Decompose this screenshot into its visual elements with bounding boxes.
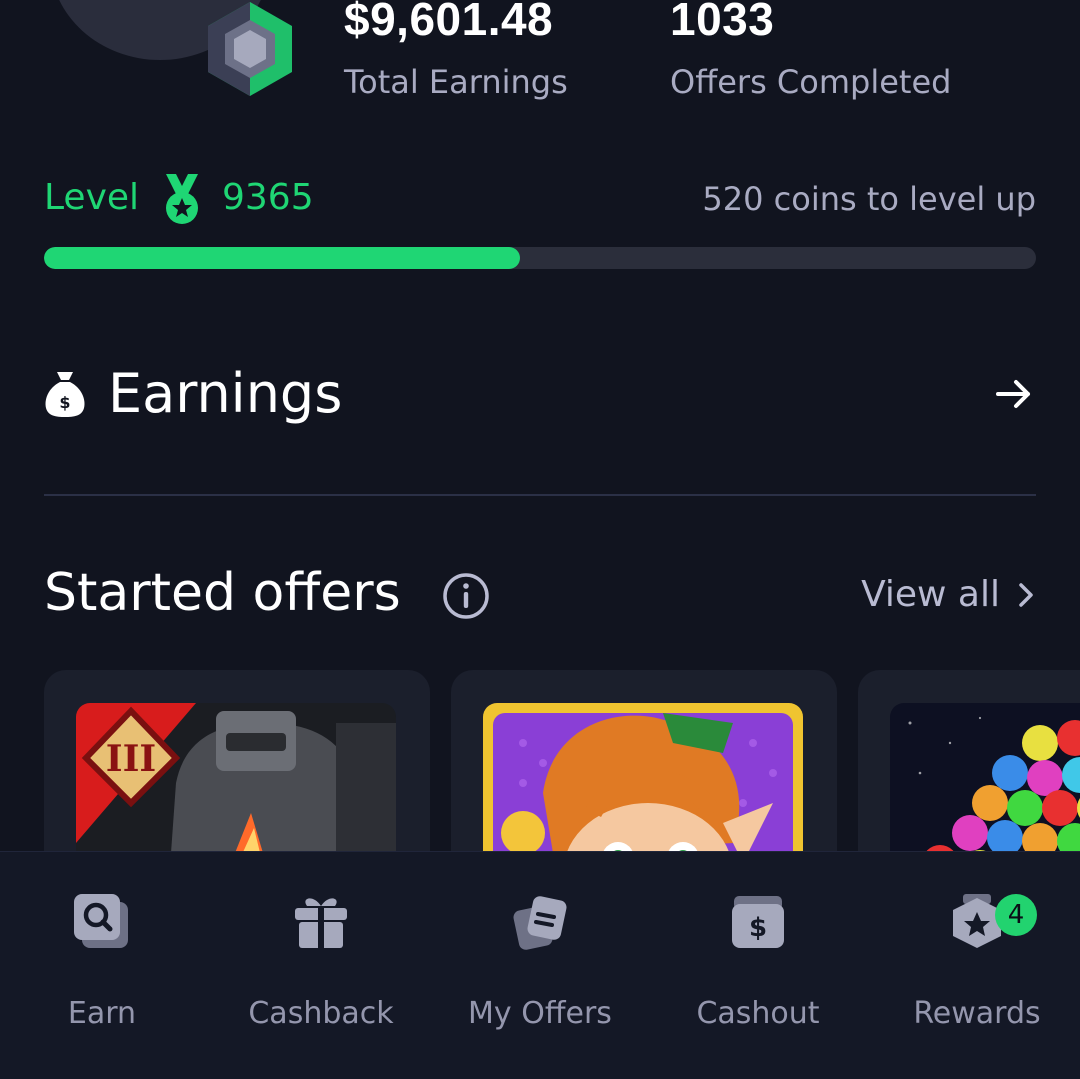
nav-label-my-offers: My Offers bbox=[468, 996, 612, 1031]
nav-label-cashback: Cashback bbox=[248, 996, 394, 1031]
svg-text:III: III bbox=[106, 738, 157, 780]
level-progress-fill bbox=[44, 247, 521, 269]
chevron-right-icon[interactable] bbox=[1016, 580, 1036, 610]
nav-label-rewards: Rewards bbox=[913, 996, 1041, 1031]
level-up-hint: 520 coins to level up bbox=[702, 180, 1036, 218]
medal-icon bbox=[166, 174, 198, 224]
nav-label-earn: Earn bbox=[67, 996, 137, 1031]
nav-item-cashout[interactable]: $ Cashout bbox=[658, 892, 858, 1031]
section-divider bbox=[44, 494, 1036, 496]
info-icon[interactable] bbox=[442, 572, 490, 620]
arrow-right-icon[interactable] bbox=[994, 374, 1034, 414]
nav-item-my-offers[interactable]: My Offers bbox=[440, 892, 640, 1031]
money-bag-icon: $ bbox=[45, 372, 85, 417]
bottom-navigation: Earn Cashback My Offers $ Cashout 4 Rewa… bbox=[0, 851, 1080, 1079]
offers-cards-icon bbox=[513, 896, 567, 950]
nav-label-cashout: Cashout bbox=[696, 996, 820, 1031]
earn-search-icon bbox=[74, 894, 128, 948]
svg-text:$: $ bbox=[749, 913, 767, 943]
svg-text:$: $ bbox=[59, 393, 70, 412]
level-label: Level bbox=[44, 177, 140, 218]
gift-icon bbox=[295, 898, 347, 948]
nav-item-earn[interactable]: Earn bbox=[2, 892, 202, 1031]
level-number: 9365 bbox=[222, 177, 314, 218]
view-all-link[interactable]: View all bbox=[861, 572, 1000, 618]
offers-completed-value: 1033 bbox=[670, 0, 775, 45]
rewards-badge: 4 bbox=[995, 894, 1037, 936]
total-earnings-label: Total Earnings bbox=[344, 63, 568, 101]
level-progress-bar bbox=[44, 247, 1036, 269]
level-gem-icon bbox=[208, 2, 292, 96]
dollar-wallet-icon: $ bbox=[732, 896, 784, 948]
nav-item-rewards[interactable]: 4 Rewards bbox=[877, 892, 1077, 1031]
total-earnings-value: $9,601.48 bbox=[344, 0, 554, 45]
earnings-title: Earnings bbox=[108, 362, 343, 425]
nav-item-cashback[interactable]: Cashback bbox=[221, 892, 421, 1031]
earnings-row[interactable]: $ Earnings bbox=[44, 358, 1036, 438]
started-offers-title: Started offers bbox=[44, 563, 401, 623]
offers-completed-label: Offers Completed bbox=[670, 63, 952, 101]
